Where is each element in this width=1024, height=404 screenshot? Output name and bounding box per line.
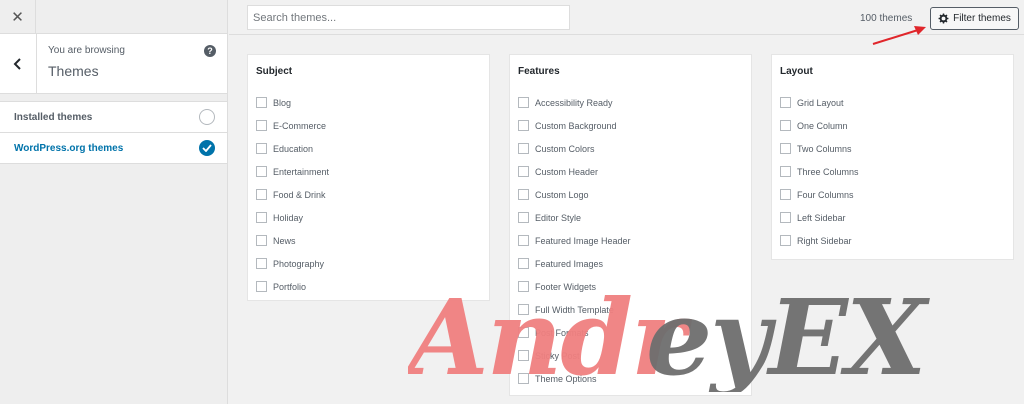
checkbox[interactable]: [256, 258, 267, 269]
filter-option-custom-logo[interactable]: Custom Logo: [518, 189, 589, 200]
checkbox[interactable]: [780, 189, 791, 200]
filter-option-accessibility-ready[interactable]: Accessibility Ready: [518, 97, 613, 108]
radio-unchecked-icon: [199, 109, 215, 125]
customizer-sidebar: ✕ You are browsing Themes ? Installed th…: [0, 0, 228, 404]
checkbox[interactable]: [780, 143, 791, 154]
filter-group-layout: Layout Grid Layout One Column Two Column…: [771, 54, 1014, 260]
filter-group-title: Features: [518, 66, 560, 77]
checkbox[interactable]: [256, 166, 267, 177]
checkbox[interactable]: [518, 235, 529, 246]
filter-group-title: Layout: [780, 66, 813, 77]
checkbox[interactable]: [780, 120, 791, 131]
filter-group-subject: Subject Blog E-Commerce Education Entert…: [247, 54, 490, 301]
annotation-arrow: [872, 26, 926, 45]
checkbox[interactable]: [518, 143, 529, 154]
checkbox[interactable]: [256, 189, 267, 200]
filter-option-editor-style[interactable]: Editor Style: [518, 212, 581, 223]
filter-option-four-columns[interactable]: Four Columns: [780, 189, 854, 200]
sidebar-topbar: ✕: [0, 0, 227, 34]
filter-group-features: Features Accessibility Ready Custom Back…: [509, 54, 752, 396]
filter-themes-button[interactable]: Filter themes: [930, 7, 1019, 30]
sidebar-item-label: Installed themes: [14, 111, 93, 123]
checkbox[interactable]: [256, 235, 267, 246]
filter-option-left-sidebar[interactable]: Left Sidebar: [780, 212, 846, 223]
checkbox[interactable]: [518, 212, 529, 223]
filter-option-blog[interactable]: Blog: [256, 97, 291, 108]
filter-option-custom-colors[interactable]: Custom Colors: [518, 143, 595, 154]
filter-option-footer-widgets[interactable]: Footer Widgets: [518, 281, 596, 292]
filter-option-holiday[interactable]: Holiday: [256, 212, 303, 223]
checkbox[interactable]: [518, 97, 529, 108]
checkbox[interactable]: [518, 373, 529, 384]
filter-option-two-columns[interactable]: Two Columns: [780, 143, 852, 154]
checkbox[interactable]: [518, 281, 529, 292]
gear-icon: [938, 13, 949, 24]
checkmark-icon: [199, 140, 215, 156]
checkbox[interactable]: [780, 97, 791, 108]
sidebar-item-installed-themes[interactable]: Installed themes: [0, 102, 227, 133]
checkbox[interactable]: [518, 166, 529, 177]
browsing-label: You are browsing: [48, 45, 125, 56]
checkbox[interactable]: [518, 304, 529, 315]
filter-option-custom-background[interactable]: Custom Background: [518, 120, 617, 131]
filter-option-right-sidebar[interactable]: Right Sidebar: [780, 235, 852, 246]
filter-option-featured-image-header[interactable]: Featured Image Header: [518, 235, 631, 246]
sidebar-item-wordpress-org-themes[interactable]: WordPress.org themes: [0, 133, 227, 164]
filter-option-grid-layout[interactable]: Grid Layout: [780, 97, 844, 108]
checkbox[interactable]: [256, 143, 267, 154]
filter-option-education[interactable]: Education: [256, 143, 313, 154]
close-button[interactable]: ✕: [0, 0, 36, 34]
filter-option-post-formats[interactable]: Post Formats: [518, 327, 589, 338]
theme-source-list: Installed themes WordPress.org themes: [0, 101, 227, 164]
filter-option-entertainment[interactable]: Entertainment: [256, 166, 329, 177]
filter-option-full-width-template[interactable]: Full Width Template: [518, 304, 614, 315]
help-icon[interactable]: ?: [204, 45, 216, 57]
filter-option-three-columns[interactable]: Three Columns: [780, 166, 859, 177]
checkbox[interactable]: [256, 120, 267, 131]
filter-option-food-drink[interactable]: Food & Drink: [256, 189, 326, 200]
checkbox[interactable]: [256, 97, 267, 108]
checkbox[interactable]: [518, 350, 529, 361]
filter-option-e-commerce[interactable]: E-Commerce: [256, 120, 326, 131]
filter-option-news[interactable]: News: [256, 235, 296, 246]
theme-count: 100 themes: [860, 13, 913, 24]
filter-option-featured-images[interactable]: Featured Images: [518, 258, 603, 269]
checkbox[interactable]: [780, 235, 791, 246]
filter-option-sticky-post[interactable]: Sticky Post: [518, 350, 580, 361]
filter-option-theme-options[interactable]: Theme Options: [518, 373, 597, 384]
filter-group-title: Subject: [256, 66, 293, 77]
search-input[interactable]: [247, 5, 570, 30]
chevron-left-icon: [13, 58, 21, 70]
filter-option-custom-header[interactable]: Custom Header: [518, 166, 598, 177]
sidebar-title: Themes: [48, 63, 99, 79]
sidebar-header: You are browsing Themes ?: [0, 34, 227, 94]
checkbox[interactable]: [256, 212, 267, 223]
checkbox[interactable]: [780, 166, 791, 177]
back-button[interactable]: [0, 34, 37, 94]
filter-option-one-column[interactable]: One Column: [780, 120, 848, 131]
filter-option-photography[interactable]: Photography: [256, 258, 324, 269]
checkbox[interactable]: [518, 258, 529, 269]
checkbox[interactable]: [518, 327, 529, 338]
filter-button-label: Filter themes: [953, 13, 1011, 24]
filter-option-portfolio[interactable]: Portfolio: [256, 281, 306, 292]
close-icon: ✕: [11, 9, 24, 26]
checkbox[interactable]: [256, 281, 267, 292]
checkbox[interactable]: [518, 120, 529, 131]
checkbox[interactable]: [780, 212, 791, 223]
checkbox[interactable]: [518, 189, 529, 200]
sidebar-item-label: WordPress.org themes: [14, 142, 124, 154]
